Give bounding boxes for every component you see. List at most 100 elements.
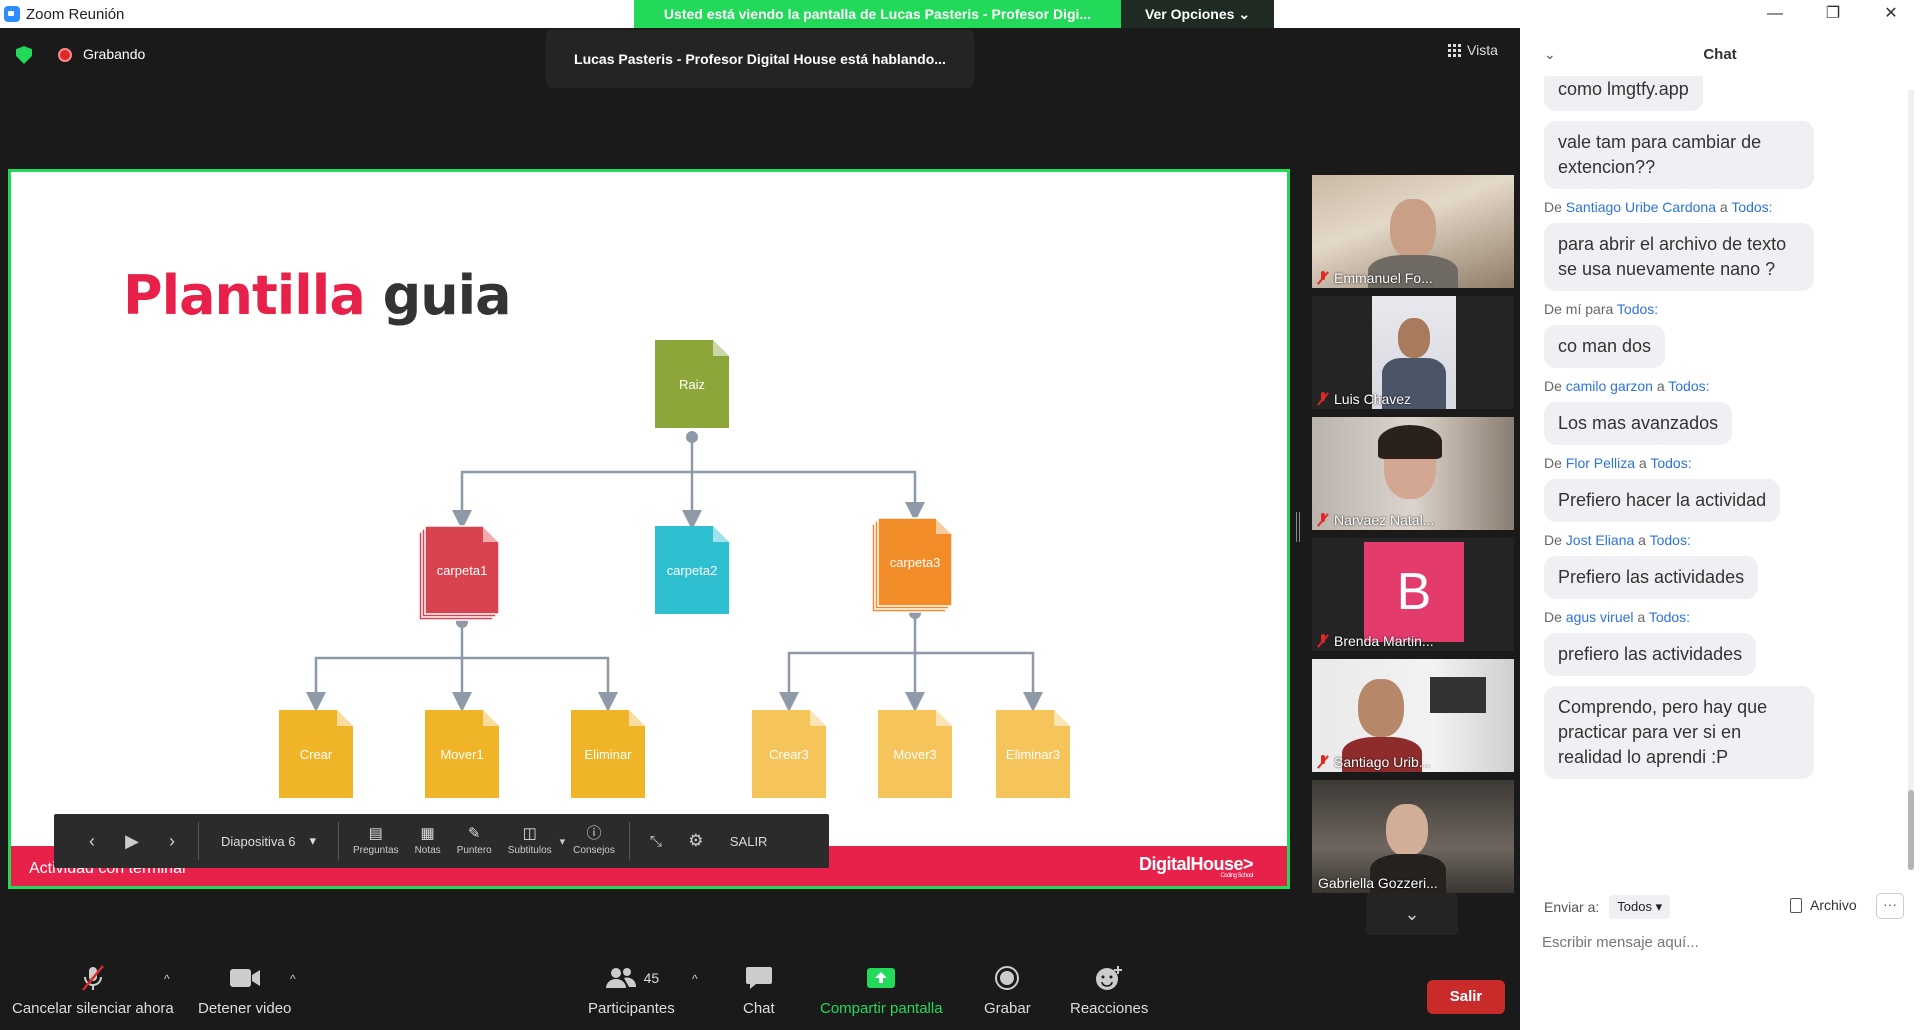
participant-tile[interactable]: Emmanuel Fo... (1312, 175, 1514, 288)
diagram-node-carpeta3: carpeta3 (871, 517, 953, 613)
chat-scrollbar[interactable] (1908, 90, 1914, 870)
chat-scrollbar-thumb[interactable] (1908, 790, 1914, 870)
mic-muted-icon (1318, 634, 1328, 648)
participant-name: Narvaez Natal... (1318, 512, 1434, 528)
share-screen-button[interactable]: Compartir pantalla (820, 964, 943, 1017)
stop-video-button[interactable]: Detener video (198, 964, 291, 1017)
participants-options-caret[interactable]: ^ (692, 972, 698, 986)
mic-muted-icon (1318, 271, 1328, 285)
next-slide-button[interactable]: › (152, 831, 192, 852)
chat-sender-line: De Santiago Uribe Cardona a Todos: (1544, 199, 1773, 215)
chat-button[interactable]: Chat (743, 964, 775, 1017)
chat-bubble: co man dos (1544, 325, 1666, 368)
participants-button[interactable]: 45 Participantes (588, 964, 675, 1017)
view-options-button[interactable]: Ver Opciones ⌄ (1121, 0, 1274, 28)
chat-message-list: como lmgtfy.app vale tam para cambiar de… (1544, 76, 1894, 866)
pointer-button[interactable]: ✎ Puntero (449, 826, 500, 856)
diagram-node-carpeta1: carpeta1 (418, 525, 500, 621)
chat-message: De Santiago Uribe Cardona a Todos: para … (1544, 199, 1894, 291)
subtitles-button[interactable]: ◫ Subtitulos (500, 826, 560, 856)
chat-recipient[interactable]: Todos: (1650, 532, 1691, 548)
recording-dot-icon (58, 48, 72, 62)
chat-bubble: vale tam para cambiar de extencion?? (1544, 121, 1814, 189)
participant-tile[interactable]: Narvaez Natal... (1312, 417, 1514, 530)
participants-icon: 45 (604, 964, 659, 992)
chat-message-input[interactable] (1542, 930, 1902, 954)
participant-name: Brenda Martin... (1318, 633, 1434, 649)
chat-title: Chat (1703, 46, 1737, 63)
chat-recipient[interactable]: Todos: (1731, 199, 1772, 215)
play-button[interactable]: ▶ (112, 831, 152, 852)
questions-button[interactable]: ▤ Preguntas (345, 826, 407, 856)
recording-label[interactable]: Grabando (83, 46, 145, 62)
questions-icon: ▤ (368, 825, 383, 842)
chat-message: De agus viruel a Todos: prefiero las act… (1544, 609, 1894, 676)
participant-face (1390, 199, 1436, 259)
notes-button[interactable]: ▦ Notas (407, 826, 449, 856)
file-button[interactable]: Archivo (1790, 897, 1857, 913)
chat-bubble: Prefiero las actividades (1544, 556, 1759, 599)
chat-sender[interactable]: Santiago Uribe Cardona (1566, 199, 1716, 215)
participant-tile[interactable]: Luis Chavez (1312, 296, 1514, 409)
folder-tree-diagram: Raiz carpeta1 carpeta2 carpeta3 Crear Mover1 E… (279, 340, 1070, 798)
window-controls: — ❐ ✕ (1746, 0, 1920, 28)
subtitles-icon: ◫ (522, 825, 537, 842)
meeting-area: Zoom Reunión Usted está viendo la pantal… (0, 0, 1520, 1030)
chat-recipient[interactable]: Todos: (1617, 301, 1658, 317)
chat-sender-line: De Jost Eliana a Todos: (1544, 532, 1691, 548)
chat-bubble: Los mas avanzados (1544, 402, 1733, 445)
presenter-toolbar: ‹ ▶ › Diapositiva 6 ▾ ▤ Preguntas ▦ Notas ✎… (54, 814, 829, 868)
participant-face (1398, 318, 1430, 358)
chat-sender[interactable]: Jost Eliana (1566, 532, 1634, 548)
tips-button[interactable]: ⓘ Consejos (565, 826, 623, 856)
video-options-caret[interactable]: ^ (290, 972, 296, 986)
diagram-node-label: carpeta2 (667, 563, 718, 578)
reactions-label: Reacciones (1070, 1000, 1149, 1017)
chat-sender-line: De agus viruel a Todos: (1544, 609, 1691, 625)
gallery-resize-handle[interactable] (1296, 512, 1300, 542)
chat-recipient[interactable]: Todos: (1649, 609, 1690, 625)
exit-fullscreen-icon[interactable]: ⤡ (636, 833, 676, 850)
diagram-node-label: Crear (300, 747, 333, 762)
participant-tile[interactable]: B Brenda Martin... (1312, 538, 1514, 651)
leave-meeting-button[interactable]: Salir (1427, 980, 1505, 1014)
send-to-dropdown[interactable]: Todos ▾ (1609, 895, 1671, 919)
close-icon[interactable]: ✕ (1862, 0, 1920, 28)
diagram-node-label: Mover1 (440, 747, 483, 762)
diagram-node-eliminar: Eliminar (571, 710, 645, 798)
chevron-down-icon: ⌄ (1404, 904, 1420, 924)
participant-tile[interactable]: Santiago Urib... (1312, 659, 1514, 772)
record-button[interactable]: Grabar (984, 964, 1031, 1017)
more-options-icon[interactable]: ··· (1876, 893, 1904, 919)
mic-muted-icon (1318, 755, 1328, 769)
encryption-shield-icon[interactable] (16, 46, 32, 64)
settings-gear-icon[interactable]: ⚙ (676, 831, 716, 851)
exit-slideshow-button[interactable]: SALIR (716, 834, 782, 849)
diagram-node-raiz: Raiz (655, 340, 729, 428)
chat-message: Comprendo, pero hay que practicar para v… (1544, 686, 1894, 779)
previous-slide-button[interactable]: ‹ (72, 831, 112, 852)
participant-name: Gabriella Gozzeri... (1318, 875, 1438, 891)
chat-recipient[interactable]: Todos: (1668, 378, 1709, 394)
view-button[interactable]: Vista (1448, 42, 1498, 58)
diagram-node-label: carpeta3 (890, 555, 941, 570)
participant-hair (1378, 425, 1442, 459)
share-screen-label: Compartir pantalla (820, 1000, 943, 1017)
unmute-button[interactable]: Cancelar silenciar ahora (12, 964, 174, 1017)
info-icon: ⓘ (586, 825, 602, 842)
participants-label: Participantes (588, 1000, 675, 1017)
chat-sender[interactable]: camilo garzon (1566, 378, 1653, 394)
restore-icon[interactable]: ❐ (1804, 0, 1862, 28)
chat-sender-line: De Flor Pelliza a Todos: (1544, 455, 1692, 471)
slide-selector[interactable]: Diapositiva 6 ▾ (205, 833, 332, 849)
chat-sender[interactable]: agus viruel (1566, 609, 1634, 625)
reactions-button[interactable]: Reacciones (1070, 964, 1148, 1017)
audio-options-caret[interactable]: ^ (164, 972, 170, 986)
chat-sender[interactable]: Flor Pelliza (1566, 455, 1635, 471)
gallery-scroll-down-button[interactable]: ⌄ (1366, 893, 1458, 935)
participant-tile[interactable]: Gabriella Gozzeri... (1312, 780, 1514, 893)
chat-sender-line: De mí para Todos: (1544, 301, 1659, 317)
chat-recipient[interactable]: Todos: (1650, 455, 1691, 471)
chat-sender-line: De camilo garzon a Todos: (1544, 378, 1710, 394)
minimize-icon[interactable]: — (1746, 0, 1804, 28)
